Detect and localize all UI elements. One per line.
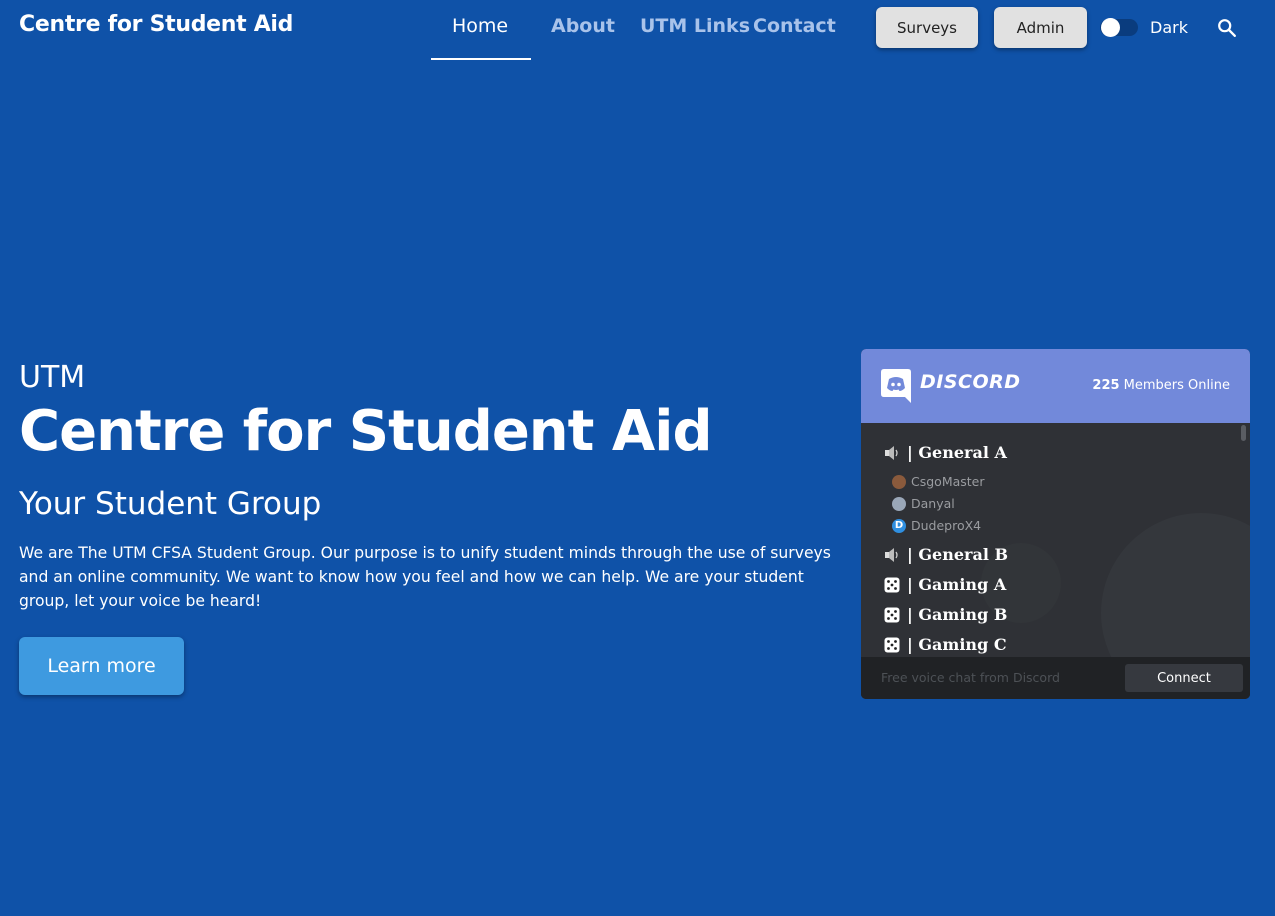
discord-widget-footer: Free voice chat from Discord Connect	[861, 657, 1250, 699]
member-name: DudeproX4	[911, 518, 982, 533]
toggle-knob	[1101, 18, 1120, 37]
discord-widget: DISCORD 225 Members Online | General A C…	[861, 349, 1250, 699]
channel-name: | General B	[907, 545, 1009, 564]
active-nav-indicator	[431, 58, 531, 60]
channel-name: | Gaming B	[907, 605, 1008, 624]
channel-name: | General A	[907, 443, 1007, 462]
member-item[interactable]: Danyal	[892, 496, 955, 511]
channel-gaming-b[interactable]: | Gaming B	[883, 605, 1007, 624]
member-item[interactable]: D DudeproX4	[892, 518, 981, 533]
dark-mode-label: Dark	[1150, 18, 1188, 37]
member-item[interactable]: CsgoMaster	[892, 474, 985, 489]
admin-button[interactable]: Admin	[994, 7, 1087, 48]
speaker-icon	[885, 445, 898, 460]
surveys-button[interactable]: Surveys	[876, 7, 978, 48]
channel-name: | Gaming C	[907, 635, 1007, 654]
channel-list-scrollbar[interactable]	[1241, 425, 1246, 441]
channel-list: | General A CsgoMaster Danyal D DudeproX…	[861, 423, 1250, 657]
dice-icon	[884, 607, 900, 622]
learn-more-button[interactable]: Learn more	[19, 637, 184, 695]
avatar	[892, 474, 906, 489]
avatar	[892, 496, 906, 511]
nav-utm-links[interactable]: UTM Links	[640, 15, 750, 37]
dark-mode-toggle[interactable]	[1100, 18, 1138, 37]
connect-button[interactable]: Connect	[1125, 664, 1243, 692]
channel-general-a[interactable]: | General A	[883, 443, 1007, 462]
dice-icon	[884, 637, 900, 652]
avatar: D	[892, 518, 906, 533]
discord-wordmark: DISCORD	[920, 371, 1021, 393]
channel-gaming-a[interactable]: | Gaming A	[883, 575, 1006, 594]
dice-icon	[884, 577, 900, 592]
discord-widget-header: DISCORD 225 Members Online	[861, 349, 1250, 423]
search-icon[interactable]	[1216, 17, 1238, 39]
speaker-icon	[885, 547, 898, 562]
brand-title[interactable]: Centre for Student Aid	[19, 12, 293, 37]
members-label: Members Online	[1119, 378, 1230, 393]
members-count: 225	[1092, 378, 1120, 393]
channel-general-b[interactable]: | General B	[883, 545, 1008, 564]
discord-logo-icon	[881, 369, 911, 403]
nav-contact[interactable]: Contact	[753, 15, 836, 37]
nav-home[interactable]: Home	[452, 15, 508, 37]
navbar: Centre for Student Aid Home About UTM Li…	[0, 0, 1275, 60]
members-online: 225 Members Online	[1092, 378, 1230, 393]
channel-gaming-c[interactable]: | Gaming C	[883, 635, 1007, 654]
hero-description: We are The UTM CFSA Student Group. Our p…	[19, 544, 831, 610]
member-name: Danyal	[911, 496, 955, 511]
hero-kicker: UTM	[19, 360, 86, 395]
hero-title: Centre for Student Aid	[19, 399, 713, 464]
footer-tagline: Free voice chat from Discord	[881, 670, 1060, 685]
member-name: CsgoMaster	[911, 474, 985, 489]
channel-name: | Gaming A	[907, 575, 1007, 594]
nav-about[interactable]: About	[551, 15, 615, 37]
hero-subtitle: Your Student Group	[19, 486, 322, 522]
background-decoration	[1101, 513, 1250, 657]
